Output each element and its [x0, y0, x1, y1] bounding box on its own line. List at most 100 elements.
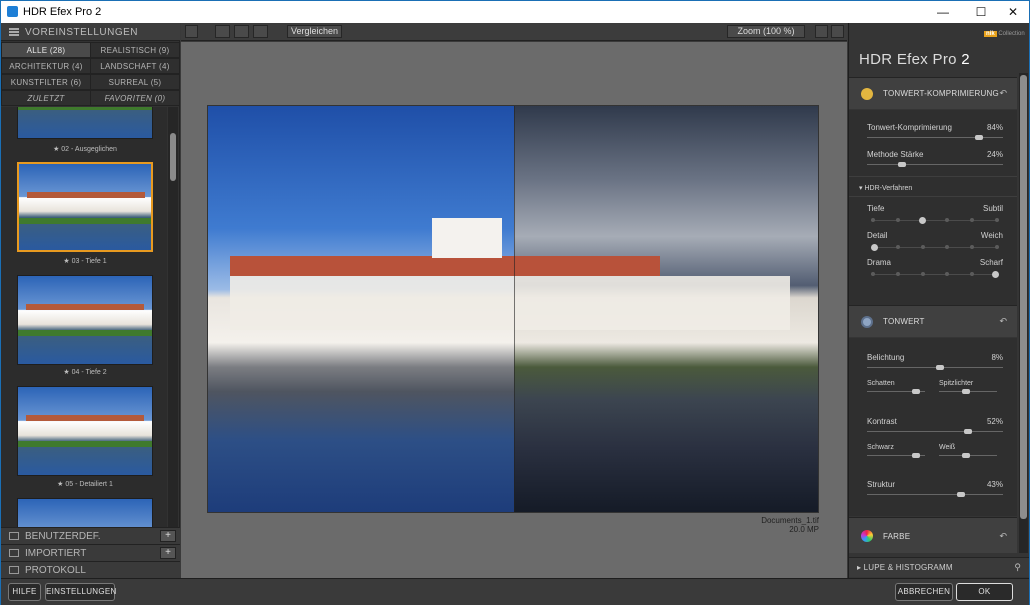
panel-title: HDR Efex Pro 2	[859, 51, 970, 68]
section-importiert[interactable]: IMPORTIERT +	[1, 544, 180, 561]
hdr-drama-selector[interactable]	[871, 271, 999, 278]
slider-knob[interactable]	[912, 389, 920, 394]
adjustments-scrollbar[interactable]	[1019, 73, 1028, 553]
category-architektur[interactable]: ARCHITEKTUR (4)	[1, 58, 91, 74]
fullscreen-icon[interactable]	[831, 25, 844, 38]
presets-header[interactable]: VOREINSTELLUNGEN	[1, 23, 180, 41]
spitzlichter-slider[interactable]	[939, 389, 997, 394]
hdr-option[interactable]	[945, 218, 950, 222]
category-alle[interactable]: ALLE (28)	[1, 42, 91, 58]
category-landschaft[interactable]: LANDSCHAFT (4)	[90, 58, 180, 74]
preset-scrollbar[interactable]	[168, 107, 178, 527]
hdr-option[interactable]	[871, 218, 875, 222]
category-realistisch[interactable]: REALISTISCH (9)	[90, 42, 180, 58]
menu-icon[interactable]	[9, 28, 19, 36]
hdr-option[interactable]	[895, 272, 900, 276]
hdr-option[interactable]	[920, 245, 925, 249]
split-view-icon[interactable]	[234, 25, 249, 38]
hdr-option[interactable]	[995, 245, 999, 249]
hdr-option[interactable]	[945, 272, 950, 276]
compare-button[interactable]: Vergleichen	[287, 25, 342, 38]
preview-image[interactable]	[207, 105, 819, 513]
tonwert-komprimierung-slider[interactable]	[867, 135, 1003, 140]
hdr-option[interactable]	[871, 272, 875, 276]
hdr-tiefe-selector[interactable]	[871, 217, 999, 224]
hdr-option-selected[interactable]	[992, 271, 999, 278]
side-by-side-icon[interactable]	[253, 25, 268, 38]
hdr-option[interactable]	[970, 245, 975, 249]
reset-icon[interactable]: ↶	[999, 88, 1007, 99]
section-farbe[interactable]: FARBE ↶	[849, 517, 1017, 553]
hdr-option-selected[interactable]	[919, 217, 927, 224]
reset-icon[interactable]: ↶	[999, 531, 1007, 542]
weiss-slider[interactable]	[939, 453, 997, 458]
scrollbar-thumb[interactable]	[1020, 75, 1027, 519]
kontrast-slider[interactable]	[867, 429, 1003, 434]
category-kunstfilter[interactable]: KUNSTFILTER (6)	[1, 74, 91, 90]
zoom-select[interactable]: Zoom (100 %)	[727, 25, 805, 38]
hdr-option[interactable]	[945, 245, 950, 249]
slider-knob[interactable]	[912, 453, 920, 458]
belichtung-slider[interactable]	[867, 365, 1003, 370]
category-surreal[interactable]: SURREAL (5)	[90, 74, 180, 90]
bottom-bar: HILFE EINSTELLUNGEN ABBRECHEN OK	[1, 578, 1029, 605]
preset-thumbnail[interactable]	[17, 275, 153, 365]
help-button[interactable]: HILFE	[8, 583, 41, 601]
preset-thumbnail-selected[interactable]	[17, 162, 153, 252]
slider-knob[interactable]	[956, 492, 965, 497]
hdr-option[interactable]	[895, 245, 900, 249]
minimize-button[interactable]: —	[926, 1, 960, 23]
maximize-button[interactable]: ☐	[964, 1, 998, 23]
section-benutzerdef[interactable]: BENUTZERDEF. +	[1, 527, 180, 544]
hdr-detail-selector[interactable]	[871, 244, 999, 251]
ok-button[interactable]: OK	[956, 583, 1013, 601]
hdr-option[interactable]	[970, 272, 975, 276]
slider-knob[interactable]	[936, 365, 945, 370]
slider-knob[interactable]	[974, 135, 983, 140]
cancel-button[interactable]: ABBRECHEN	[895, 583, 953, 601]
file-info: Documents_1.tif 20.0 MP	[761, 516, 819, 534]
category-zuletzt[interactable]: ZULETZT VERWENDET	[1, 90, 91, 119]
background-light-icon[interactable]	[815, 25, 828, 38]
scrollbar-thumb[interactable]	[170, 133, 176, 181]
split-line[interactable]	[514, 106, 515, 512]
category-favoriten[interactable]: FAVORITEN (0)	[90, 90, 180, 106]
hdr-option[interactable]	[970, 218, 975, 222]
toggle-browser-icon[interactable]	[185, 25, 198, 38]
view-toolbar: Vergleichen Zoom (100 %)	[181, 23, 847, 41]
settings-button[interactable]: EINSTELLUNGEN	[45, 583, 116, 601]
hdr-option[interactable]	[995, 218, 999, 222]
section-label: PROTOKOLL	[25, 565, 86, 576]
section-lupe-histogramm[interactable]: ▸ LUPE & HISTOGRAMM ⚲	[849, 557, 1029, 577]
struktur-slider[interactable]	[867, 492, 1003, 497]
section-protokoll[interactable]: PROTOKOLL	[1, 561, 180, 578]
close-button[interactable]: ✕	[996, 1, 1030, 23]
slider-knob[interactable]	[961, 389, 970, 394]
preset-thumbnail[interactable]	[17, 107, 153, 139]
section-title: ▸ LUPE & HISTOGRAMM	[857, 563, 953, 572]
slider-knob[interactable]	[961, 453, 970, 458]
single-view-icon[interactable]	[215, 25, 230, 38]
slider-knob[interactable]	[897, 162, 906, 167]
hdr-option[interactable]	[895, 218, 900, 222]
image-canvas[interactable]: Documents_1.tif 20.0 MP	[181, 42, 847, 578]
hdr-option[interactable]	[920, 272, 925, 276]
aperture-icon	[861, 316, 873, 328]
preset-label: ★ 03 - Tiefe 1	[63, 258, 107, 265]
schwarz-slider[interactable]	[867, 453, 925, 458]
add-preset-button[interactable]: +	[160, 530, 176, 542]
reset-icon[interactable]: ↶	[999, 316, 1007, 327]
section-tonwert-komprimierung[interactable]: TONWERT-KOMPRIMIERUNG ↶	[849, 77, 1017, 109]
preset-thumbnail[interactable]	[17, 498, 153, 527]
schatten-slider[interactable]	[867, 389, 925, 394]
hdr-left-label: Detail	[867, 231, 888, 240]
hdr-verfahren-toggle[interactable]: ▾ HDR-Verfahren	[859, 184, 912, 192]
hdr-option-selected[interactable]	[871, 244, 878, 251]
slider-knob[interactable]	[964, 429, 973, 434]
preset-thumbnail[interactable]	[17, 386, 153, 476]
section-tonwert[interactable]: TONWERT ↶	[849, 305, 1017, 337]
import-preset-button[interactable]: +	[160, 547, 176, 559]
methode-staerke-slider[interactable]	[867, 162, 1003, 167]
pin-icon[interactable]: ⚲	[1014, 562, 1021, 573]
hdr-right-label: Weich	[980, 231, 1003, 240]
